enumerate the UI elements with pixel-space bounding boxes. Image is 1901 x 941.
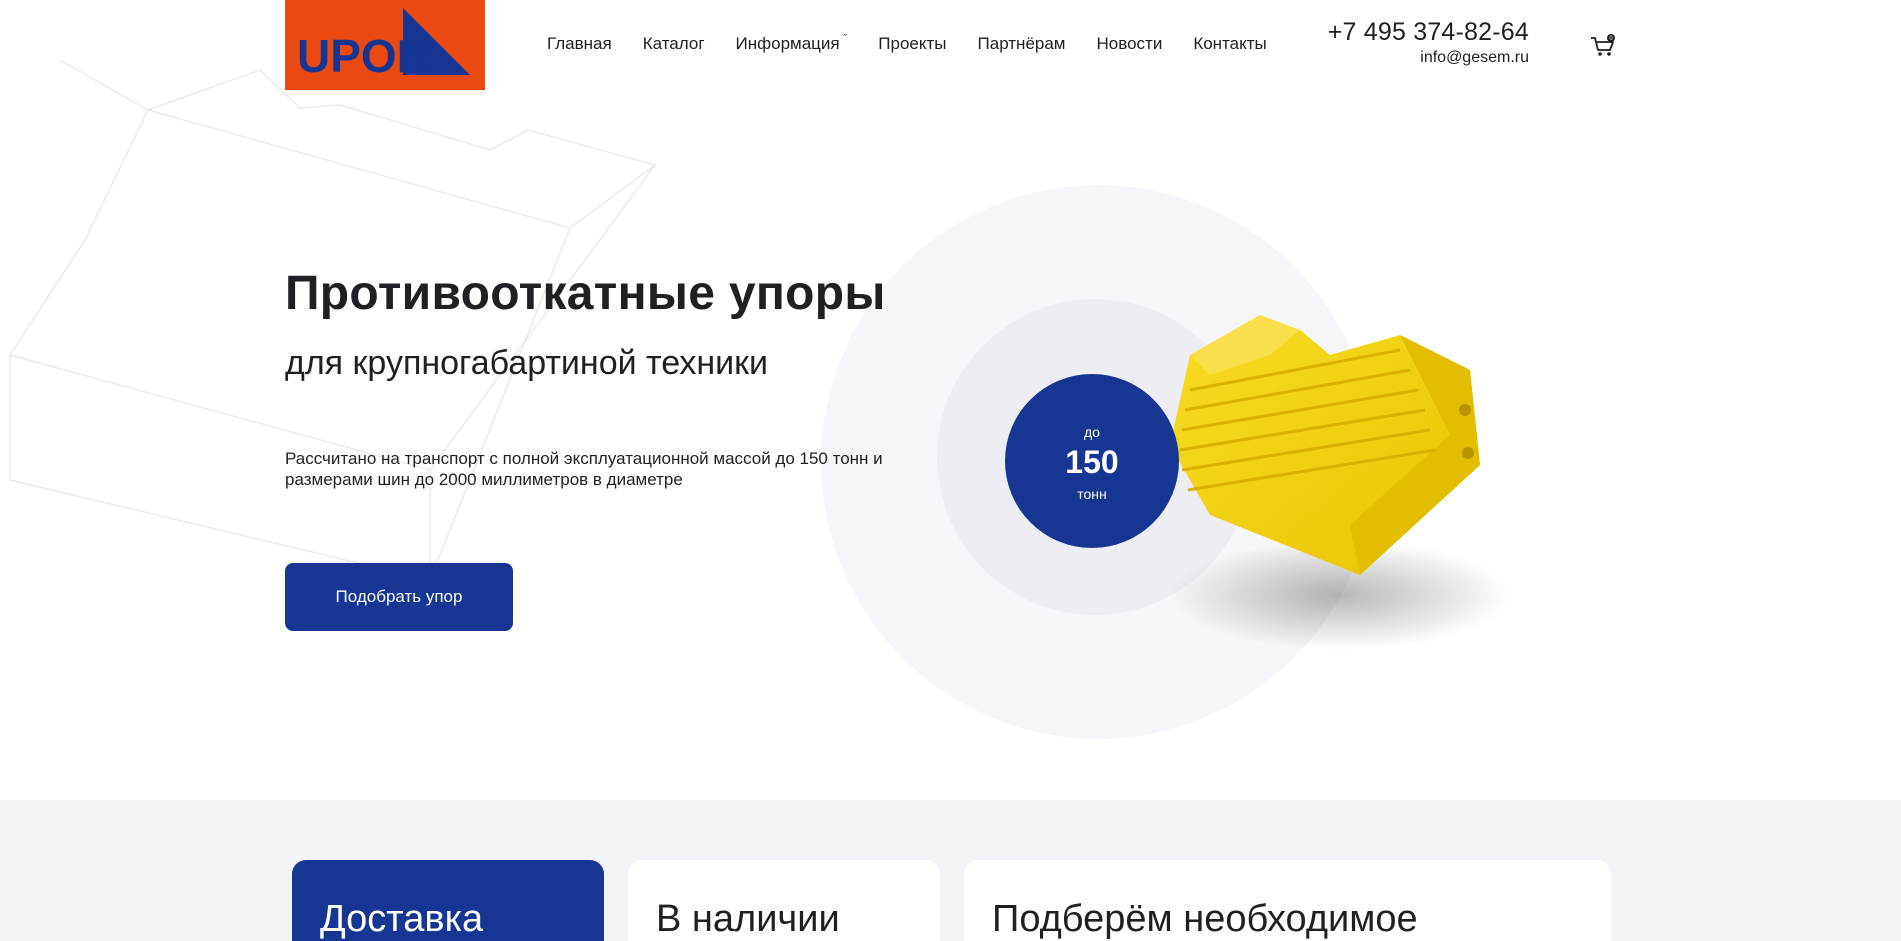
feature-card-delivery[interactable]: Доставка [292, 860, 604, 941]
header-contacts: +7 495 374-82-64 info@gesem.ru [1328, 18, 1529, 67]
chevron-down-icon: ˇ [843, 33, 848, 45]
logo-text: UPOR [297, 30, 430, 82]
nav-item-partners[interactable]: Партнёрам [978, 34, 1066, 54]
feature-card-title: Подберём необходимое [992, 898, 1418, 940]
cart-icon: 0 [1591, 34, 1615, 56]
logo-mark: UPOR [297, 8, 470, 82]
site-logo[interactable]: UPOR [285, 0, 485, 90]
choose-chock-button[interactable]: Подобрать упор [285, 563, 513, 631]
nav-item-projects[interactable]: Проекты [878, 34, 946, 54]
feature-card-title: В наличии [656, 898, 840, 940]
feature-card-in-stock[interactable]: В наличии [628, 860, 940, 941]
hero-description: Рассчитано на транспорт с полной эксплуа… [285, 449, 883, 489]
badge-value: 150 [1065, 444, 1119, 480]
wheel-chock-image [1170, 315, 1510, 650]
nav-item-contacts[interactable]: Контакты [1193, 34, 1266, 54]
badge-unit: тонн [1077, 486, 1107, 502]
feature-card-title: Доставка [320, 898, 484, 940]
nav-item-catalog[interactable]: Каталог [643, 34, 705, 54]
hero-title: Противооткатные упоры [285, 267, 886, 320]
nav-item-info[interactable]: Информация ˇ [736, 33, 848, 54]
hero-subtitle: для крупногабартиной техники [285, 344, 769, 382]
badge-prefix: до [1084, 424, 1100, 440]
main-nav: Главная Каталог Информация ˇ Проекты Парт… [547, 33, 1298, 54]
cart-button[interactable]: 0 [1590, 34, 1616, 60]
nav-item-home[interactable]: Главная [547, 34, 612, 54]
phone-link[interactable]: +7 495 374-82-64 [1328, 18, 1529, 47]
capacity-badge: до 150 тонн [1005, 374, 1179, 548]
nav-item-news[interactable]: Новости [1097, 34, 1163, 54]
feature-card-selection[interactable]: Подберём необходимое [964, 860, 1611, 941]
features-section [0, 800, 1901, 941]
email-link[interactable]: info@gesem.ru [1328, 49, 1529, 67]
